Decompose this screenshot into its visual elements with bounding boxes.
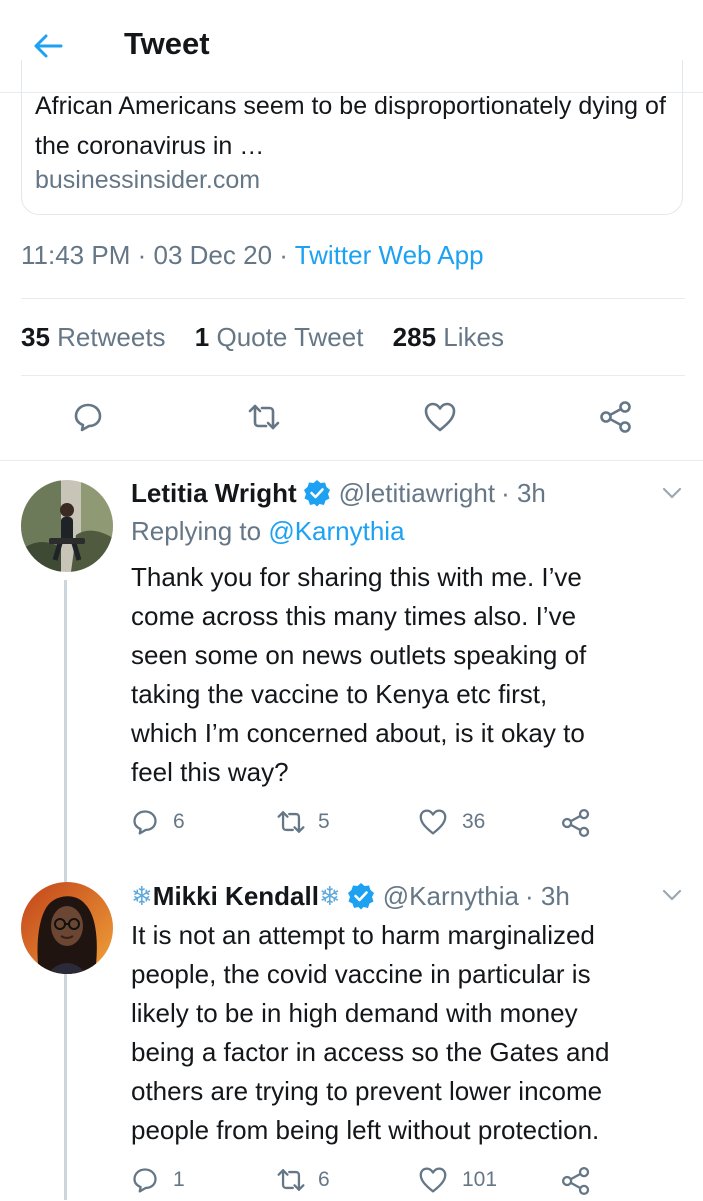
replying-to-prefix: Replying to	[131, 516, 262, 546]
retweet-icon	[277, 811, 305, 833]
tweet-text-line: likely to be in high demand with money	[131, 998, 578, 1028]
share-icon	[561, 1166, 590, 1196]
like-count: 36	[462, 810, 486, 833]
share-button[interactable]	[560, 808, 592, 843]
reply-icon	[133, 1168, 157, 1193]
replying-to: Replying to @Karnythia	[131, 516, 405, 547]
tweet-text-line: which I’m concerned about, is it okay to	[131, 718, 585, 748]
user-handle[interactable]: @Karnythia	[383, 881, 519, 912]
display-name[interactable]: Mikki Kendall	[153, 881, 319, 912]
likes-label: Likes	[443, 322, 504, 352]
reply-icon	[74, 403, 102, 432]
reply-header: Letitia Wright @letitiawright · 3h	[131, 476, 546, 510]
retweet-count: 5	[318, 810, 330, 833]
tweet-date: 03 Dec 20	[153, 240, 273, 270]
reply-count: 6	[173, 810, 185, 833]
retweets-count: 35	[21, 322, 50, 352]
share-button[interactable]	[594, 395, 638, 439]
reply-time[interactable]: · 3h	[525, 881, 570, 912]
verified-icon	[347, 883, 374, 910]
avatar-image	[21, 480, 113, 572]
likes-stat[interactable]: 285 Likes	[393, 322, 504, 352]
chevron-down-icon	[662, 889, 682, 901]
tweet-text-line: people, the covid vaccine in particular …	[131, 959, 591, 989]
reply-count: 1	[173, 1168, 185, 1191]
tweet-text-line: people from being left without protectio…	[131, 1115, 600, 1145]
avatar[interactable]	[21, 882, 113, 974]
tweet-text-line: come across this many times also. I’ve	[131, 601, 577, 631]
divider	[21, 298, 685, 299]
tweet-text-line: being a factor in access so the Gates an…	[131, 1037, 610, 1067]
page-title: Tweet	[124, 26, 210, 61]
retweet-button[interactable]	[242, 395, 286, 439]
avatar[interactable]	[21, 480, 113, 572]
like-button[interactable]: 36	[418, 808, 485, 836]
display-name[interactable]: Letitia Wright	[131, 478, 297, 509]
verified-icon	[303, 480, 330, 507]
tweet-text-line: taking the vaccine to Kenya etc first,	[131, 679, 548, 709]
like-icon	[419, 809, 447, 835]
tweet-menu-button[interactable]	[657, 478, 687, 508]
divider	[21, 375, 685, 376]
like-count: 101	[462, 1168, 498, 1191]
share-icon	[561, 808, 590, 838]
like-icon	[424, 402, 456, 432]
tweet-text: Thank you for sharing this with me. I’ve…	[131, 558, 691, 792]
link-preview-domain: businessinsider.com	[35, 166, 261, 194]
tweet-text-line: others are trying to prevent lower incom…	[131, 1076, 603, 1106]
quote-tweets-stat[interactable]: 1 Quote Tweet	[195, 322, 364, 352]
tweet-text-line: feel this way?	[131, 757, 289, 787]
share-button[interactable]	[560, 1166, 592, 1201]
likes-count: 285	[392, 322, 437, 352]
snowflake-icon: ❄	[131, 880, 153, 911]
back-arrow-icon	[34, 34, 63, 58]
share-icon	[600, 401, 631, 433]
retweet-icon	[277, 1169, 305, 1191]
reply-button[interactable]: 6	[131, 808, 185, 836]
tweet-text: It is not an attempt to harm marginalize…	[131, 916, 696, 1150]
tweet-stats: 35 Retweets 1 Quote Tweet 285 Likes	[21, 322, 504, 353]
avatar-image	[21, 882, 113, 974]
retweet-count: 6	[318, 1168, 330, 1191]
replying-to-link[interactable]: @Karnythia	[268, 516, 404, 546]
like-button[interactable]: 101	[418, 1166, 497, 1194]
retweets-stat[interactable]: 35 Retweets	[21, 322, 166, 352]
like-button[interactable]	[418, 395, 462, 439]
meta-separator: ·	[279, 240, 288, 270]
reply-button[interactable]: 1	[131, 1166, 185, 1194]
retweet-button[interactable]: 5	[276, 808, 330, 836]
retweet-icon	[248, 404, 280, 430]
verified-badge	[347, 882, 375, 910]
tweet-time: 11:43 PM	[21, 240, 131, 270]
like-icon	[419, 1167, 447, 1193]
reply-time[interactable]: · 3h	[501, 478, 546, 509]
quotes-count: 1	[194, 322, 210, 352]
divider	[0, 460, 703, 461]
verified-badge	[303, 479, 331, 507]
user-handle[interactable]: @letitiawright	[339, 478, 495, 509]
retweets-label: Retweets	[57, 322, 166, 352]
reply-icon	[133, 810, 157, 835]
snowflake-icon: ❄	[318, 880, 341, 911]
meta-separator: ·	[137, 240, 147, 270]
tweet-source-link[interactable]: Twitter Web App	[295, 240, 484, 270]
tweet-text-line: Thank you for sharing this with me. I’ve	[131, 562, 582, 592]
tweet-timestamp: 11:43 PM · 03 Dec 20 · Twitter Web App	[21, 240, 484, 271]
tweet-text-line: It is not an attempt to harm marginalize…	[131, 920, 595, 950]
chevron-down-icon	[662, 487, 682, 499]
reply-button[interactable]	[66, 395, 110, 439]
reply-header: ❄ Mikki Kendall ❄ @Karnythia · 3h	[131, 879, 570, 913]
link-preview-title: African Americans seem to be disproporti…	[35, 92, 666, 160]
tweet-menu-button[interactable]	[657, 880, 687, 910]
retweet-button[interactable]: 6	[276, 1166, 330, 1194]
tweet-text-line: seen some on news outlets speaking of	[131, 640, 587, 670]
quotes-label: Quote Tweet	[216, 322, 364, 352]
